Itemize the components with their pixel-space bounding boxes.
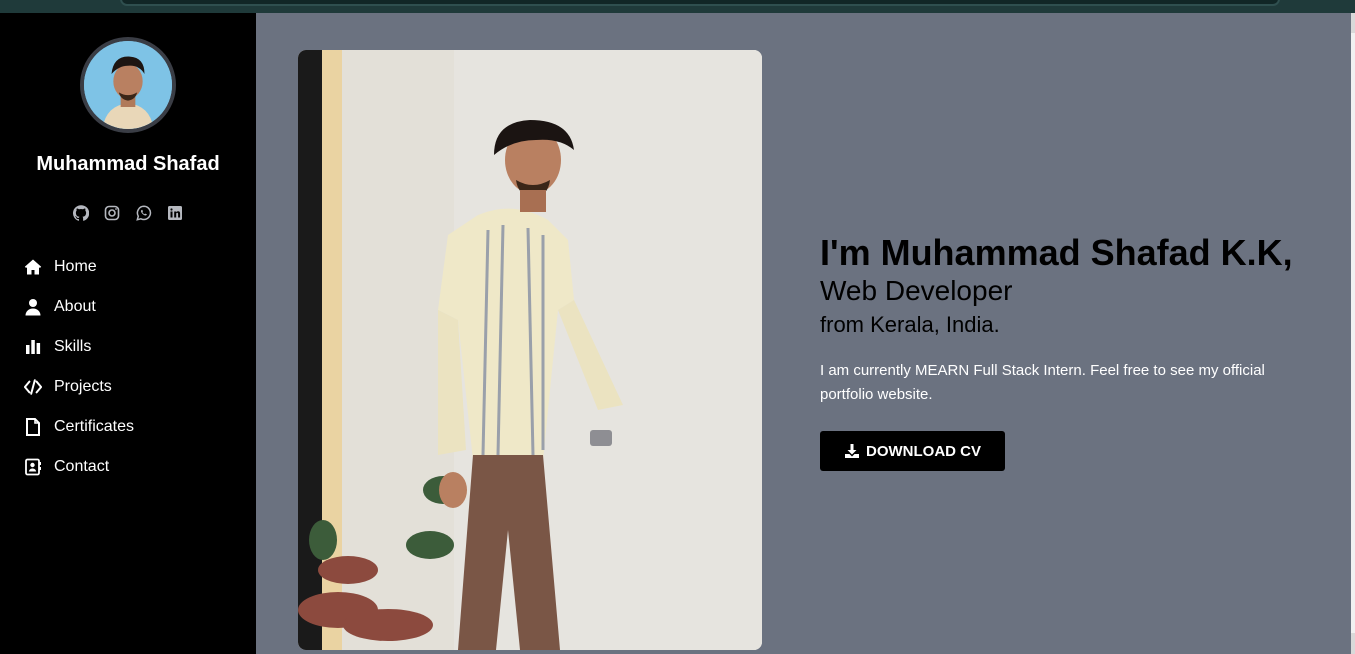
nav-item-label: Certificates [54, 418, 135, 435]
whatsapp-icon[interactable] [135, 204, 153, 222]
contact-card-icon [22, 456, 44, 478]
github-icon[interactable] [72, 204, 90, 222]
nav-item-home[interactable]: Home [22, 247, 134, 287]
instagram-icon[interactable] [103, 204, 121, 222]
nav-item-projects[interactable]: Projects [22, 367, 134, 407]
hero-heading: I'm Muhammad Shafad K.K, [820, 232, 1293, 273]
hero-section: I'm Muhammad Shafad K.K, Web Developer f… [820, 233, 1320, 471]
nav-item-label: Home [54, 258, 97, 275]
avatar [80, 37, 176, 133]
linkedin-icon[interactable] [166, 204, 184, 222]
nav-item-label: About [54, 298, 96, 315]
profile-name: Muhammad Shafad [36, 153, 220, 175]
address-bar[interactable] [120, 0, 1280, 6]
nav-item-skills[interactable]: Skills [22, 327, 134, 367]
nav-item-label: Contact [54, 458, 110, 475]
nav-item-label: Projects [54, 378, 112, 395]
hero-role: Web Developer [820, 275, 1013, 306]
avatar-image [84, 41, 172, 129]
nav-item-certificates[interactable]: Certificates [22, 407, 134, 447]
download-cv-button[interactable]: DOWNLOAD CV [820, 431, 1005, 471]
code-icon [22, 376, 44, 398]
chart-icon [22, 336, 44, 358]
nav-item-about[interactable]: About [22, 287, 134, 327]
social-links [72, 204, 184, 222]
hero-location: from Kerala, India. [820, 312, 1000, 337]
sidebar: Muhammad Shafad Home About Skills Projec… [0, 13, 256, 654]
main-content: I'm Muhammad Shafad K.K, Web Developer f… [256, 13, 1355, 654]
nav-item-label: Skills [54, 338, 92, 355]
home-icon [22, 256, 44, 278]
profile-photo [298, 50, 762, 650]
profile-photo-image [298, 50, 762, 650]
user-icon [22, 296, 44, 318]
browser-top-bar [0, 0, 1355, 13]
page-scrollbar[interactable] [1351, 13, 1355, 654]
nav-item-contact[interactable]: Contact [22, 447, 134, 487]
download-cv-label: DOWNLOAD CV [866, 442, 981, 460]
file-icon [22, 416, 44, 438]
sidebar-nav: Home About Skills Projects Certificates [22, 247, 134, 487]
download-icon [845, 444, 859, 458]
scrollbar-thumb[interactable] [1351, 33, 1355, 633]
hero-description: I am currently MEARN Full Stack Intern. … [820, 362, 1265, 403]
